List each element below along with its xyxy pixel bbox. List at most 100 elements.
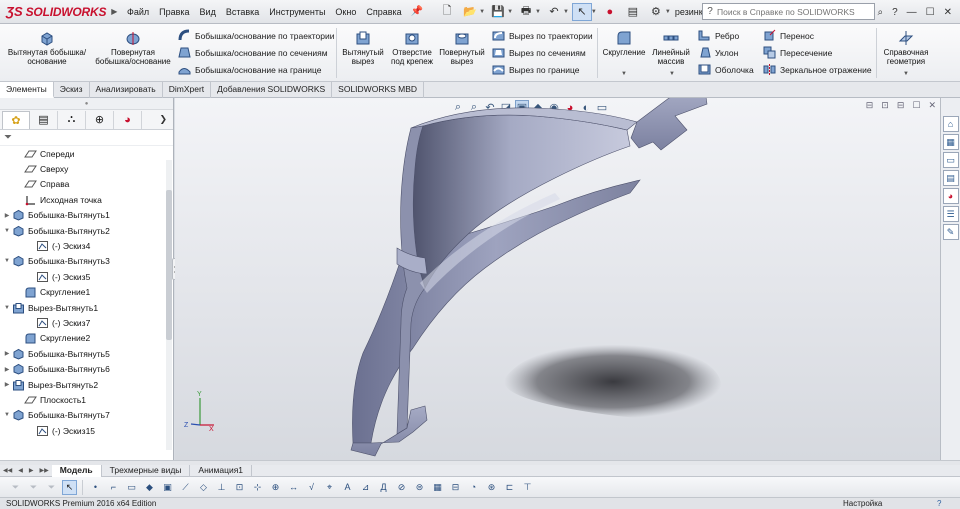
tree-item[interactable]: ▼ Бобышка-Вытянуть3 <box>0 254 173 269</box>
status-settings[interactable]: Настройка <box>843 499 882 508</box>
tab-next-icon[interactable]: ▶ <box>26 467 37 474</box>
tree-expander-icon[interactable]: ▼ <box>2 228 12 234</box>
tab-sketch[interactable]: Эскиз <box>54 82 90 98</box>
menu-edit[interactable]: Правка <box>154 7 194 17</box>
swept-boss-button[interactable]: Бобышка/основание по траектории <box>178 27 335 44</box>
menu-tools[interactable]: Инструменты <box>264 7 330 17</box>
select-dropdown-icon[interactable]: ▼ <box>591 9 597 15</box>
help-question-icon[interactable]: ? <box>892 7 898 18</box>
filter-toggle-icon[interactable]: ⏷ <box>8 480 23 495</box>
print-icon[interactable]: 🖶 <box>516 3 536 21</box>
filter-vertices-icon[interactable]: • <box>88 480 103 495</box>
tab-model[interactable]: Модель <box>51 464 102 477</box>
tree-item[interactable]: Плоскость1 <box>0 392 173 407</box>
tree-item[interactable]: ▶ Вырез-Вытянуть2 <box>0 377 173 392</box>
file-properties-icon[interactable]: ▤ <box>623 3 643 21</box>
filter-notes-icon[interactable]: A <box>340 480 355 495</box>
tree-item[interactable]: ▼ Бобышка-Вытянуть2 <box>0 223 173 238</box>
tree-expander-icon[interactable]: ▶ <box>2 381 12 388</box>
menu-file[interactable]: Файл <box>122 7 154 17</box>
swept-cut-button[interactable]: Вырез по траектории <box>492 27 593 44</box>
tab-animation[interactable]: Анимация1 <box>190 464 253 477</box>
filter-mid-surfaces-icon[interactable]: ⊏ <box>502 480 517 495</box>
select-pointer-icon[interactable]: ↖ <box>571 2 592 21</box>
filter-weld-symbols-icon[interactable]: ⊿ <box>358 480 373 495</box>
pattern-dropdown-icon[interactable]: ▼ <box>669 71 675 77</box>
panel-more-icon[interactable]: ❯ <box>159 114 173 125</box>
extruded-cut-button[interactable]: Вытянутый вырез <box>340 30 386 66</box>
tree-item[interactable]: (-) Эскиз5 <box>0 269 173 284</box>
tree-item[interactable]: (-) Эскиз4 <box>0 238 173 253</box>
filter-connection-points-icon[interactable]: ◔ <box>466 480 481 495</box>
save-icon[interactable]: 💾 <box>488 3 508 21</box>
tree-item[interactable]: (-) Эскиз15 <box>0 423 173 438</box>
tab-last-icon[interactable]: ▶▶ <box>36 467 51 474</box>
tree-expander-icon[interactable]: ▶ <box>2 212 12 219</box>
tab-first-icon[interactable]: ◀◀ <box>0 467 15 474</box>
linear-pattern-button[interactable]: Линейный массив <box>650 30 692 66</box>
feature-manager-tab-icon[interactable]: ✿ <box>2 110 30 129</box>
tree-item[interactable]: Спереди <box>0 146 173 161</box>
appearances-icon[interactable]: ◕ <box>942 188 959 204</box>
options-gear-icon[interactable]: ⚙ <box>646 3 666 21</box>
tab-features[interactable]: Элементы <box>0 82 54 98</box>
tree-item[interactable]: ▶ Бобышка-Вытянуть6 <box>0 361 173 376</box>
filter-center-marks-icon[interactable]: ⊕ <box>268 480 283 495</box>
tree-item[interactable]: ▼ Вырез-Вытянуть1 <box>0 300 173 315</box>
filter-edges-icon[interactable]: ⌐ <box>106 480 121 495</box>
help-search-input[interactable] <box>717 6 869 17</box>
filter-datum-features-icon[interactable]: Д <box>376 480 391 495</box>
fillet-button[interactable]: Скругление <box>600 30 648 57</box>
filter-sketch-points-icon[interactable]: ⊡ <box>232 480 247 495</box>
filter-faces-icon[interactable]: ▭ <box>124 480 139 495</box>
filter-dowel-pins-icon[interactable]: ⊟ <box>448 480 463 495</box>
maximize-button[interactable]: ☐ <box>926 7 935 18</box>
lofted-cut-button[interactable]: Вырез по сечениям <box>492 44 593 61</box>
filter-sketch-lines-icon[interactable]: ⊥ <box>214 480 229 495</box>
traffic-light-icon[interactable]: ● <box>600 3 620 21</box>
filter-axes-icon[interactable]: ⟋ <box>178 480 193 495</box>
filter-more-icon[interactable]: ⊤ <box>520 480 535 495</box>
tree-scrollbar[interactable] <box>166 160 172 450</box>
undo-dropdown-icon[interactable]: ▼ <box>563 9 569 15</box>
menu-help[interactable]: Справка <box>361 7 406 17</box>
menu-insert[interactable]: Вставка <box>221 7 264 17</box>
solidworks-logo[interactable]: ƷS SOLIDWORKS ▶ <box>0 4 122 19</box>
ref-geometry-dropdown-icon[interactable]: ▼ <box>903 71 909 77</box>
status-help-icon[interactable]: ? <box>937 499 941 508</box>
filter-dimensions-icon[interactable]: ↔ <box>286 480 301 495</box>
print-dropdown-icon[interactable]: ▼ <box>535 9 541 15</box>
filter-planes-icon[interactable]: ◇ <box>196 480 211 495</box>
tree-item[interactable]: Скругление1 <box>0 285 173 300</box>
open-dropdown-icon[interactable]: ▼ <box>479 9 485 15</box>
search-dropdown-icon[interactable]: ⌕ <box>877 7 883 18</box>
tab-addins[interactable]: Добавления SOLIDWORKS <box>211 82 333 98</box>
draft-button[interactable]: Уклон <box>698 44 754 61</box>
select-tool-icon[interactable]: ↖ <box>62 479 77 495</box>
configuration-manager-tab-icon[interactable]: ⛬ <box>58 110 86 129</box>
solidworks-resources-icon[interactable]: ⌂ <box>942 116 959 132</box>
revolved-boss-button[interactable]: Повернутая бобышка/основание <box>92 30 174 66</box>
tree-item[interactable]: ▼ Бобышка-Вытянуть7 <box>0 408 173 423</box>
hole-wizard-button[interactable]: Отверстие под крепеж <box>390 30 434 66</box>
custom-properties-icon[interactable]: ☰ <box>942 206 959 222</box>
options-dropdown-icon[interactable]: ▼ <box>665 9 671 15</box>
tree-item[interactable]: ▶ Бобышка-Вытянуть1 <box>0 208 173 223</box>
filter-cosmetic-threads-icon[interactable]: ⊜ <box>412 480 427 495</box>
design-library-icon[interactable]: ▦ <box>942 134 959 150</box>
forum-icon[interactable]: ✎ <box>942 224 959 240</box>
tree-expander-icon[interactable]: ▼ <box>2 305 12 311</box>
filter-midpoints-icon[interactable]: ⊹ <box>250 480 265 495</box>
filter-routing-points-icon[interactable]: ⊛ <box>484 480 499 495</box>
intersect-button[interactable]: Пересечение <box>763 44 872 61</box>
filter-blocks-icon[interactable]: ▦ <box>430 480 445 495</box>
property-manager-tab-icon[interactable]: ▤ <box>30 110 58 129</box>
tab-3d-views[interactable]: Трехмерные виды <box>102 464 191 477</box>
filter-datum-targets-icon[interactable]: ⊘ <box>394 480 409 495</box>
boundary-boss-button[interactable]: Бобышка/основание на границе <box>178 61 335 78</box>
tree-expander-icon[interactable]: ▼ <box>2 258 12 264</box>
tree-item[interactable]: (-) Эскиз7 <box>0 315 173 330</box>
open-icon[interactable]: 📂 <box>460 3 480 21</box>
tree-item[interactable]: Справа <box>0 177 173 192</box>
revolved-cut-button[interactable]: Повернутый вырез <box>438 30 486 66</box>
